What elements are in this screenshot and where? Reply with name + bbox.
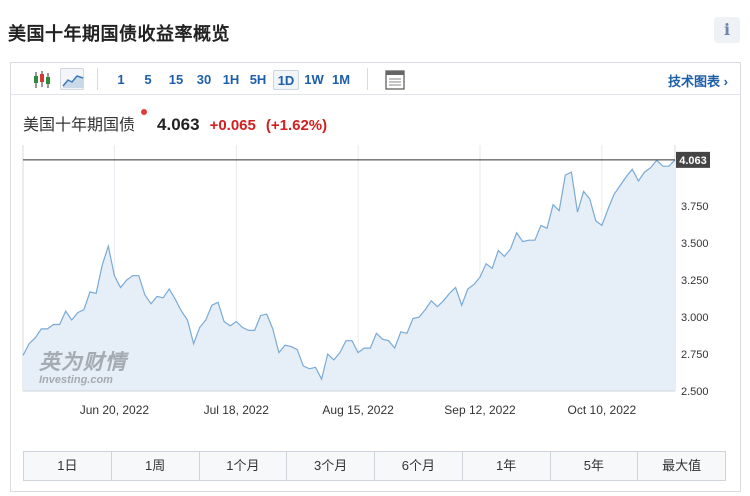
y-tick-label: 2.750 [681, 349, 709, 361]
x-tick-label: Jul 18, 2022 [204, 403, 270, 417]
x-tick-label: Sep 12, 2022 [444, 403, 516, 417]
chart-svg[interactable]: 4.063 2.500 2.750 3.000 3.250 3.500 3.750 Jun 2… [11, 63, 740, 443]
range-3m-button[interactable]: 3个月 [287, 452, 375, 480]
chart-panel: 1 5 15 30 1H 5H 1D 1W 1M 技术图表 › 美国十年期国债 4… [10, 62, 741, 492]
range-1y-button[interactable]: 1年 [462, 452, 551, 480]
y-tick-label: 3.250 [681, 275, 709, 287]
x-tick-label: Oct 10, 2022 [568, 403, 637, 417]
range-max-button[interactable]: 最大值 [638, 452, 725, 480]
range-6m-button[interactable]: 6个月 [375, 452, 463, 480]
range-1m-button[interactable]: 1个月 [199, 452, 288, 480]
range-selector: 1日 1周 1个月 3个月 6个月 1年 5年 最大值 [23, 451, 726, 481]
y-tick-label: 3.500 [681, 238, 709, 250]
watermark-cn: 英为财情 [39, 351, 127, 374]
last-value-label: 4.063 [679, 155, 707, 167]
range-1d-button[interactable]: 1日 [24, 452, 112, 480]
y-tick-label: 3.000 [681, 312, 709, 324]
yield-chart[interactable]: 4.063 2.500 2.750 3.000 3.250 3.500 3.750 Jun 2… [11, 63, 740, 448]
y-tick-label: 2.500 [681, 386, 709, 398]
x-tick-label: Jun 20, 2022 [80, 403, 150, 417]
range-1w-button[interactable]: 1周 [111, 452, 200, 480]
page-title: 美国十年期国债收益率概览 [8, 24, 230, 44]
watermark-en: Investing.com [39, 374, 113, 386]
investing-watermark: 英为财情 Investing.com [39, 351, 127, 387]
range-5y-button[interactable]: 5年 [550, 452, 639, 480]
y-tick-label: 3.750 [681, 201, 709, 213]
x-tick-label: Aug 15, 2022 [322, 403, 394, 417]
info-icon[interactable]: i [714, 17, 740, 43]
